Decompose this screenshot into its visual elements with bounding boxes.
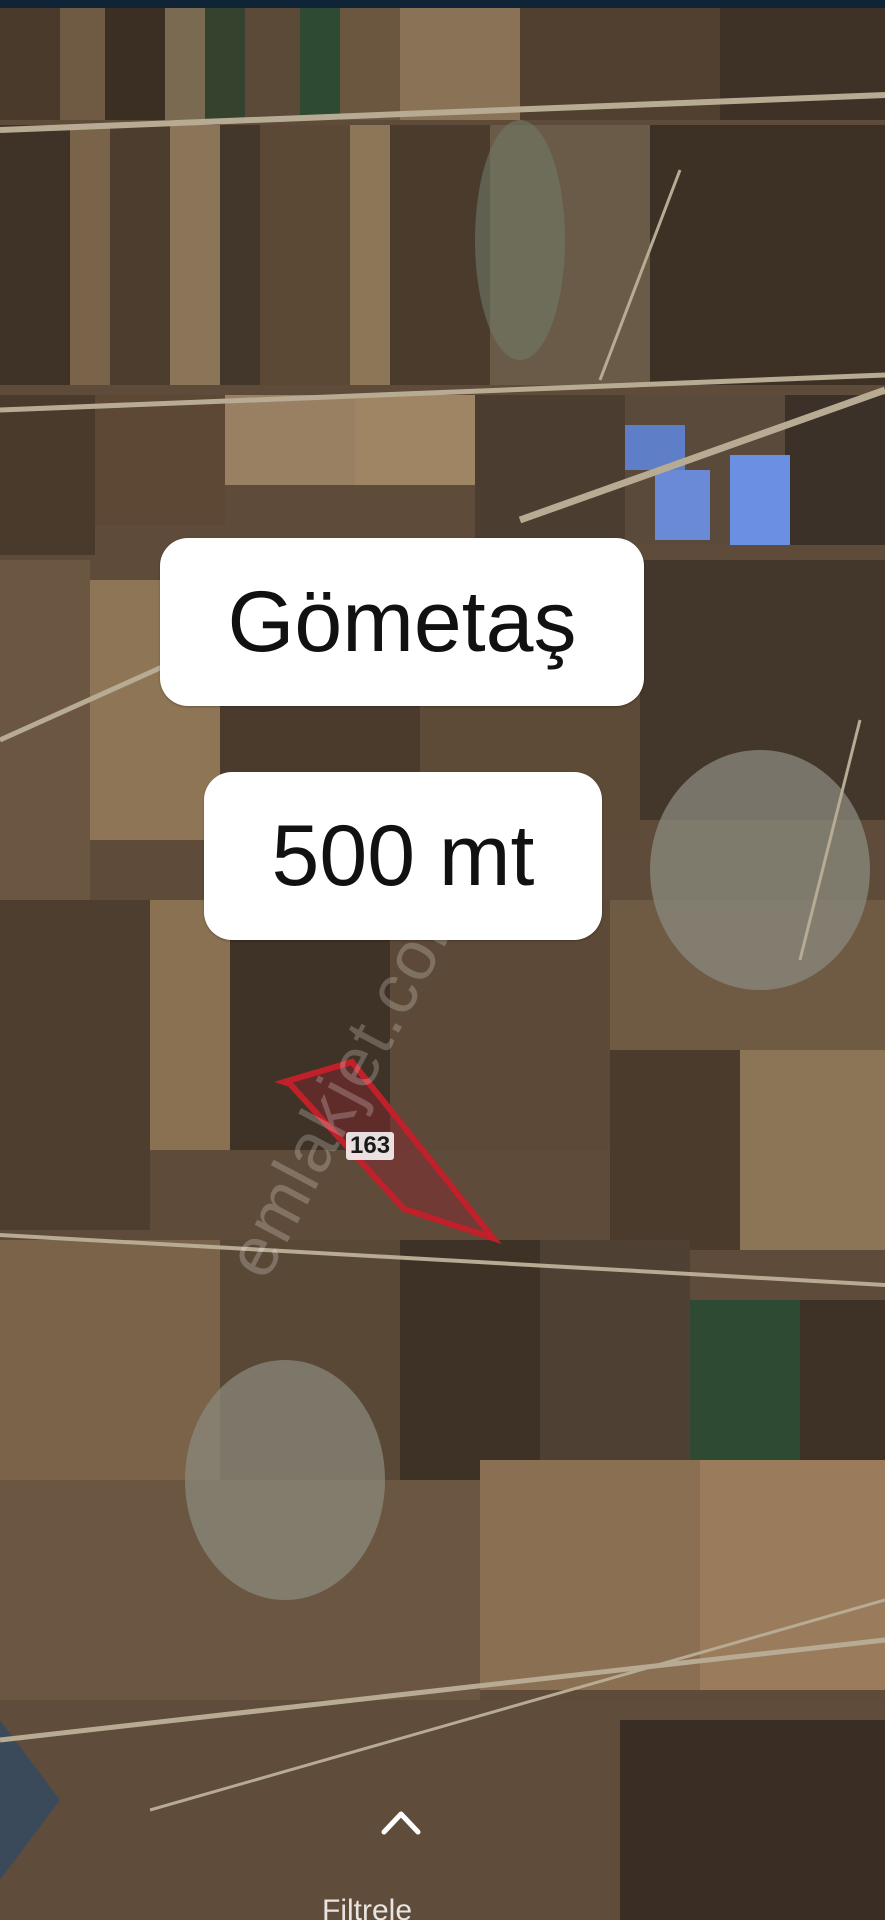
status-bar: [0, 0, 885, 8]
place-label: Gömetaş: [160, 538, 644, 706]
distance-label-text: 500 mt: [271, 807, 535, 904]
place-label-text: Gömetaş: [227, 573, 577, 670]
map-screen: emlakjet.com Gömetaş 500 mt 163 Filtrele: [0, 0, 885, 1920]
parcel-number[interactable]: 163: [346, 1132, 395, 1160]
distance-label: 500 mt: [204, 772, 602, 940]
bottom-sheet-label[interactable]: Filtrele: [322, 1894, 412, 1920]
chevron-up-icon[interactable]: [380, 1808, 422, 1836]
